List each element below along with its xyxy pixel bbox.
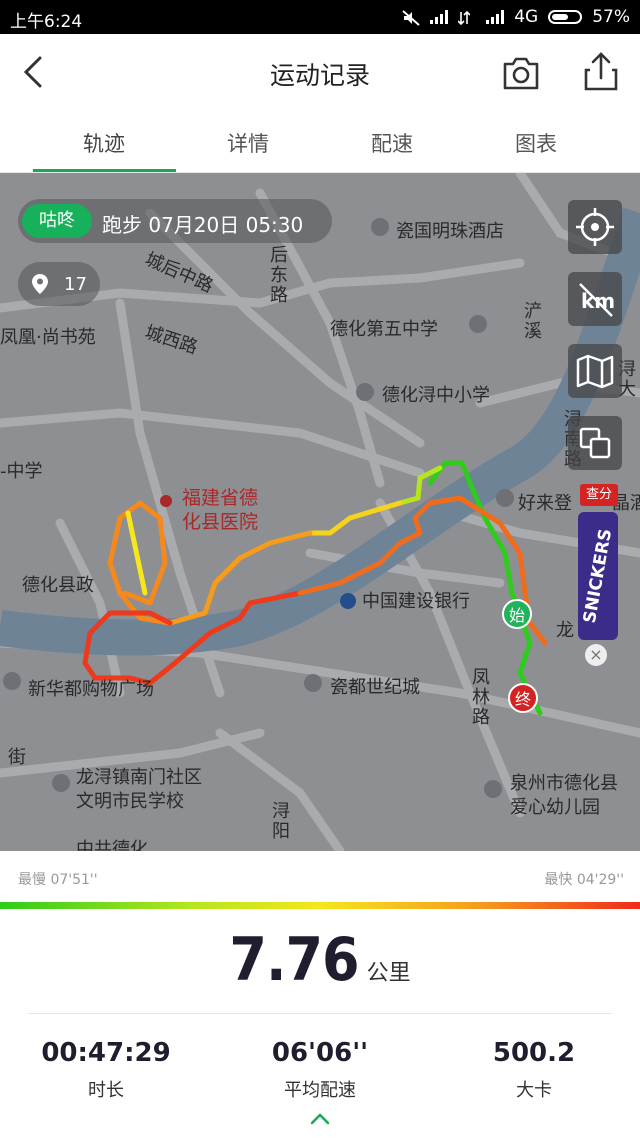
map-label: 德化第五中学 bbox=[330, 319, 438, 340]
ad-banner[interactable]: 查分 SNICKERS bbox=[576, 484, 622, 644]
distance-unit: 公里 bbox=[366, 961, 411, 986]
active-tab-indicator bbox=[33, 169, 176, 172]
network-type: 4G bbox=[514, 7, 539, 27]
calories-stat: 500.2 大卡 bbox=[434, 1038, 634, 1102]
map-label: 瓷国明珠酒店 bbox=[396, 221, 504, 242]
ad-close-icon[interactable]: × bbox=[585, 644, 607, 666]
status-icons: 4G 57% bbox=[402, 7, 630, 27]
map-label: 凤林路 bbox=[469, 667, 490, 727]
map-label: 化县医院 bbox=[182, 511, 259, 533]
tab-bar: 轨迹 详情 配速 图表 bbox=[0, 112, 640, 173]
map-label: 浔阳 bbox=[269, 801, 290, 841]
ad-brand: SNICKERS bbox=[579, 527, 617, 625]
map-label: 福建省德 bbox=[182, 487, 259, 509]
tab-charts[interactable]: 图表 bbox=[464, 128, 608, 158]
duration-stat: 00:47:29 时长 bbox=[6, 1038, 206, 1102]
page-title: 运动记录 bbox=[269, 61, 370, 90]
chevron-up-icon[interactable] bbox=[308, 1110, 332, 1128]
start-marker: 始 bbox=[502, 599, 532, 629]
ad-tag: 查分 bbox=[580, 484, 618, 506]
map-label: 后东路 bbox=[267, 245, 288, 305]
map-icon bbox=[576, 354, 614, 389]
avg-pace-label: 平均配速 bbox=[284, 1080, 356, 1101]
tab-pace[interactable]: 配速 bbox=[320, 128, 464, 158]
camera-icon[interactable] bbox=[502, 54, 540, 92]
map-label: 德化县政 bbox=[22, 575, 94, 596]
map-label: 凤凰·尚书苑 bbox=[0, 327, 96, 348]
map-label: 中国建设银行 bbox=[362, 591, 470, 612]
map-label: 德化浔中小学 bbox=[382, 385, 490, 406]
map-label: 好来登 bbox=[518, 493, 572, 514]
tab-details[interactable]: 详情 bbox=[176, 128, 320, 158]
layers-button[interactable] bbox=[568, 416, 622, 470]
location-pin-icon bbox=[32, 274, 48, 294]
map-label: 龙浔镇南门社区 bbox=[76, 767, 202, 788]
map-label: 浐溪 bbox=[521, 301, 542, 341]
distance-summary: 7.76 公里 bbox=[0, 925, 640, 995]
duration-label: 时长 bbox=[88, 1080, 124, 1101]
map-label: 爱心幼儿园 bbox=[510, 797, 600, 818]
checkpoint-counter[interactable]: 17 bbox=[18, 262, 100, 306]
mute-icon bbox=[402, 10, 420, 26]
avg-pace-stat: 06'06'' 平均配速 bbox=[220, 1038, 420, 1102]
battery-icon bbox=[548, 10, 583, 24]
battery-percent: 57% bbox=[592, 7, 630, 27]
distance-value: 7.76 bbox=[229, 925, 359, 995]
locate-button[interactable] bbox=[568, 200, 622, 254]
status-bar: 上午6:24 4G 57% bbox=[0, 0, 640, 34]
share-icon[interactable] bbox=[582, 50, 620, 92]
fastest-pace: 最快 04'29'' bbox=[544, 872, 624, 888]
km-off-icon: km bbox=[579, 283, 615, 317]
status-time: 上午6:24 bbox=[10, 12, 83, 32]
divider bbox=[28, 1013, 612, 1014]
signal-icon bbox=[430, 10, 449, 24]
map-label: 泉州市德化县 bbox=[510, 773, 618, 794]
layers-icon bbox=[579, 427, 611, 459]
slowest-pace: 最慢 07'51'' bbox=[18, 872, 98, 888]
map-label: 龙 bbox=[556, 620, 574, 641]
calories-label: 大卡 bbox=[516, 1080, 552, 1101]
avg-pace-value: 06'06'' bbox=[271, 1038, 369, 1068]
end-marker: 终 bbox=[508, 683, 538, 713]
km-marker-toggle-button[interactable]: km bbox=[568, 272, 622, 326]
checkpoint-count: 17 bbox=[64, 274, 87, 295]
map-label: 中共德化 bbox=[76, 839, 148, 851]
map-label: 瓷都世纪城 bbox=[330, 677, 420, 698]
activity-info-pill: 咕咚 跑步 07月20日 05:30 bbox=[18, 199, 332, 243]
pace-gradient-bar bbox=[0, 902, 640, 909]
app-badge: 咕咚 bbox=[22, 204, 92, 238]
app-header: 运动记录 bbox=[0, 34, 640, 112]
data-transfer-icon bbox=[457, 10, 476, 26]
map-type-button[interactable] bbox=[568, 344, 622, 398]
activity-info-text: 跑步 07月20日 05:30 bbox=[102, 213, 304, 237]
calories-value: 500.2 bbox=[492, 1038, 576, 1068]
map-label: 文明市民学校 bbox=[76, 791, 184, 812]
duration-value: 00:47:29 bbox=[41, 1038, 171, 1068]
crosshair-icon bbox=[576, 208, 614, 246]
tab-track[interactable]: 轨迹 bbox=[32, 128, 176, 158]
pace-legend: 最慢 07'51'' 最快 04'29'' bbox=[0, 851, 640, 907]
map-label: -中学 bbox=[0, 461, 43, 482]
map-label: 新华都购物广场 bbox=[28, 679, 154, 700]
ad-image: SNICKERS bbox=[578, 512, 618, 640]
map-label: 街 bbox=[5, 747, 26, 767]
signal-icon-2 bbox=[486, 10, 505, 24]
